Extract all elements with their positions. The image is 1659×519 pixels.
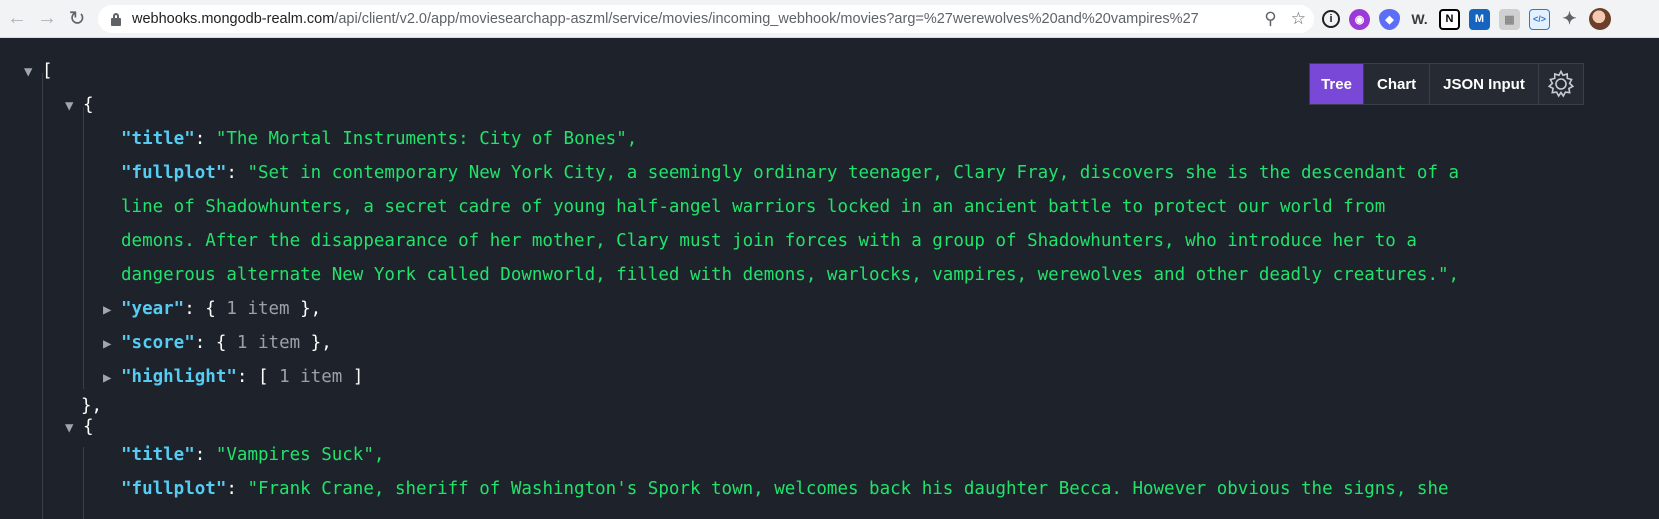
root-array-line: ▼[ (24, 54, 53, 88)
notion-extension-icon[interactable]: N (1439, 8, 1460, 30)
shield-extension-icon[interactable]: ◆ (1379, 8, 1400, 30)
w-extension-icon[interactable]: W. (1409, 9, 1430, 30)
url-host: webhooks.mongodb-realm.com (132, 11, 335, 27)
fullplot-continuation: demons. After the disappearance of her m… (121, 231, 1417, 251)
year-field[interactable]: ▶ "year": { 1 item }, (103, 292, 321, 326)
url-path: /api/client/v2.0/app/moviesearchapp-aszm… (334, 11, 1199, 27)
expand-toggle-icon[interactable]: ▶ (103, 361, 121, 395)
collapse-toggle-icon[interactable]: ▼ (24, 55, 42, 89)
zoom-icon[interactable]: ⚲ (1264, 9, 1276, 29)
grey-extension-icon[interactable]: ▦ (1499, 8, 1520, 30)
json-input-button[interactable]: JSON Input (1430, 64, 1539, 104)
view-mode-toolbar: Tree Chart JSON Input (1309, 63, 1584, 105)
json-viewer: ▼[ ▼{ "title": "The Mortal Instruments: … (0, 39, 1659, 519)
indent-guide (83, 447, 84, 519)
collapse-toggle-icon[interactable]: ▼ (65, 89, 83, 123)
title-field: "title": "The Mortal Instruments: City o… (121, 129, 638, 149)
tree-view-button[interactable]: Tree (1310, 64, 1364, 104)
chart-view-button[interactable]: Chart (1364, 64, 1431, 104)
back-arrow-icon[interactable]: ← (4, 6, 30, 32)
fullplot-field: "fullplot": "Set in contemporary New Yor… (121, 163, 1460, 183)
code-extension-icon[interactable]: </> (1529, 8, 1550, 30)
bookmark-star-icon[interactable]: ☆ (1291, 9, 1306, 29)
info-extension-icon[interactable]: i (1322, 10, 1340, 28)
profile-avatar[interactable] (1589, 8, 1611, 30)
address-bar[interactable]: webhooks.mongodb-realm.com/api/client/v2… (98, 5, 1314, 33)
extensions-tray: i ◉ ◆ W. N M ▦ </> ✦ (1322, 6, 1611, 32)
item-open-line: ▼{ (65, 410, 94, 444)
indent-guide (83, 107, 84, 389)
forward-arrow-icon[interactable]: → (34, 6, 60, 32)
indent-guide (42, 73, 43, 519)
fullplot-continuation: dangerous alternate New York called Down… (121, 265, 1460, 285)
browser-toolbar: ← → ↻ webhooks.mongodb-realm.com/api/cli… (0, 0, 1659, 38)
fullplot-field: "fullplot": "Frank Crane, sheriff of Was… (121, 479, 1449, 499)
title-field: "title": "Vampires Suck", (121, 445, 385, 465)
fullplot-continuation: line of Shadowhunters, a secret cadre of… (121, 197, 1386, 217)
expand-toggle-icon[interactable]: ▶ (103, 293, 121, 327)
expand-toggle-icon[interactable]: ▶ (103, 327, 121, 361)
m-extension-icon[interactable]: M (1469, 8, 1490, 30)
purple-extension-icon[interactable]: ◉ (1349, 8, 1370, 30)
score-field[interactable]: ▶ "score": { 1 item }, (103, 326, 332, 360)
reload-icon[interactable]: ↻ (64, 6, 90, 32)
collapse-toggle-icon[interactable]: ▼ (65, 411, 83, 445)
settings-gear-icon[interactable] (1539, 64, 1583, 104)
item-open-line: ▼{ (65, 88, 94, 122)
lock-icon (110, 12, 122, 26)
highlight-field[interactable]: ▶ "highlight": [ 1 item ] (103, 360, 363, 394)
puzzle-extension-icon[interactable]: ✦ (1559, 9, 1580, 30)
